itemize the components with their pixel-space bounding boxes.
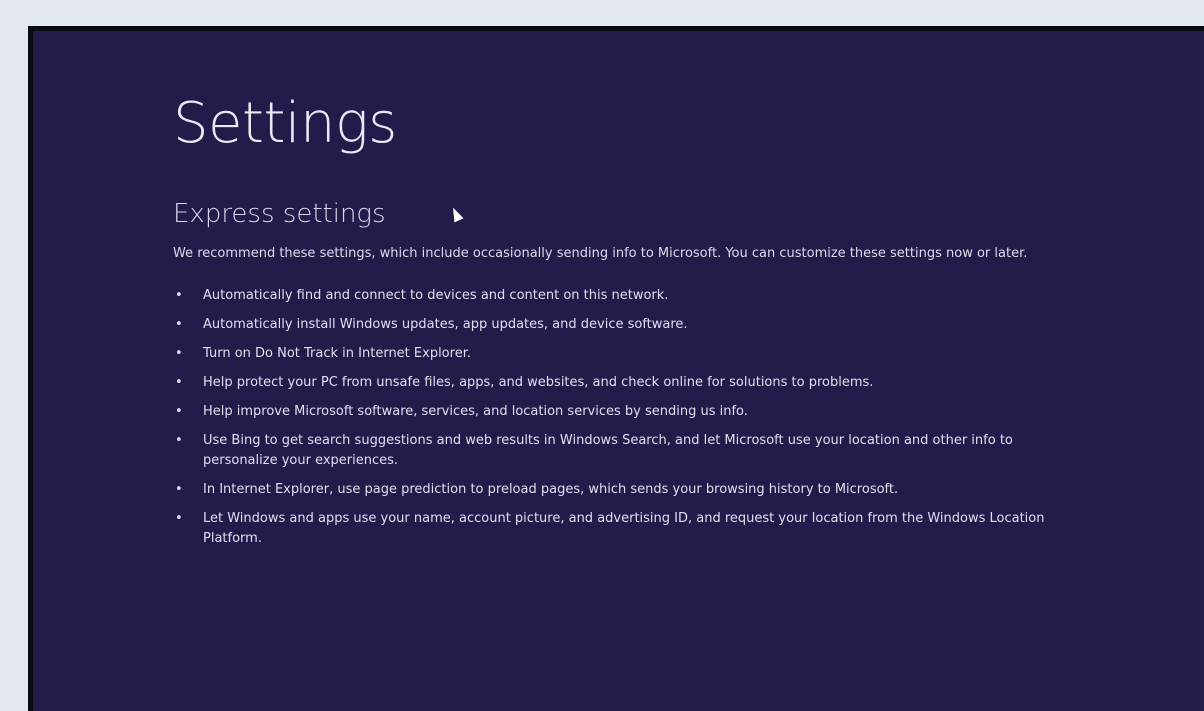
page-background: Settings Express settings We recommend t…: [0, 0, 1204, 711]
bullet-icon: •: [175, 316, 183, 332]
bullet-icon: •: [175, 403, 183, 419]
list-item-text: Automatically find and connect to device…: [203, 287, 669, 303]
list-item-text: In Internet Explorer, use page predictio…: [203, 481, 899, 497]
express-settings-intro: We recommend these settings, which inclu…: [173, 245, 1028, 261]
bullet-icon: •: [175, 481, 183, 497]
bullet-icon: •: [175, 432, 183, 448]
list-item-text: Turn on Do Not Track in Internet Explore…: [203, 345, 471, 361]
page-title: Settings: [173, 91, 397, 156]
list-item-text: Let Windows and apps use your name, acco…: [203, 510, 1045, 546]
list-item-text: Use Bing to get search suggestions and w…: [203, 432, 1013, 468]
list-item: • Turn on Do Not Track in Internet Explor…: [173, 344, 1063, 364]
setup-screen: Settings Express settings We recommend t…: [33, 31, 1204, 711]
list-item-text: Automatically install Windows updates, a…: [203, 316, 688, 332]
settings-content: Settings Express settings We recommend t…: [173, 93, 1073, 558]
express-settings-list: • Automatically find and connect to devic…: [173, 286, 1073, 549]
bullet-icon: •: [175, 510, 183, 526]
bullet-icon: •: [175, 374, 183, 390]
list-item: • Let Windows and apps use your name, acc…: [173, 509, 1063, 549]
list-item: • Use Bing to get search suggestions and …: [173, 431, 1063, 471]
list-item-text: Help protect your PC from unsafe files, …: [203, 374, 874, 390]
list-item: • Help improve Microsoft software, servic…: [173, 402, 1063, 422]
list-item: • Automatically find and connect to devic…: [173, 286, 1063, 306]
list-item-text: Help improve Microsoft software, service…: [203, 403, 748, 419]
list-item: • Help protect your PC from unsafe files,…: [173, 373, 1063, 393]
bullet-icon: •: [175, 287, 183, 303]
screen-frame: Settings Express settings We recommend t…: [28, 26, 1204, 711]
express-settings-heading: Express settings: [173, 198, 386, 229]
bullet-icon: •: [175, 345, 183, 361]
list-item: • Automatically install Windows updates, …: [173, 315, 1063, 335]
list-item: • In Internet Explorer, use page predicti…: [173, 480, 1063, 500]
